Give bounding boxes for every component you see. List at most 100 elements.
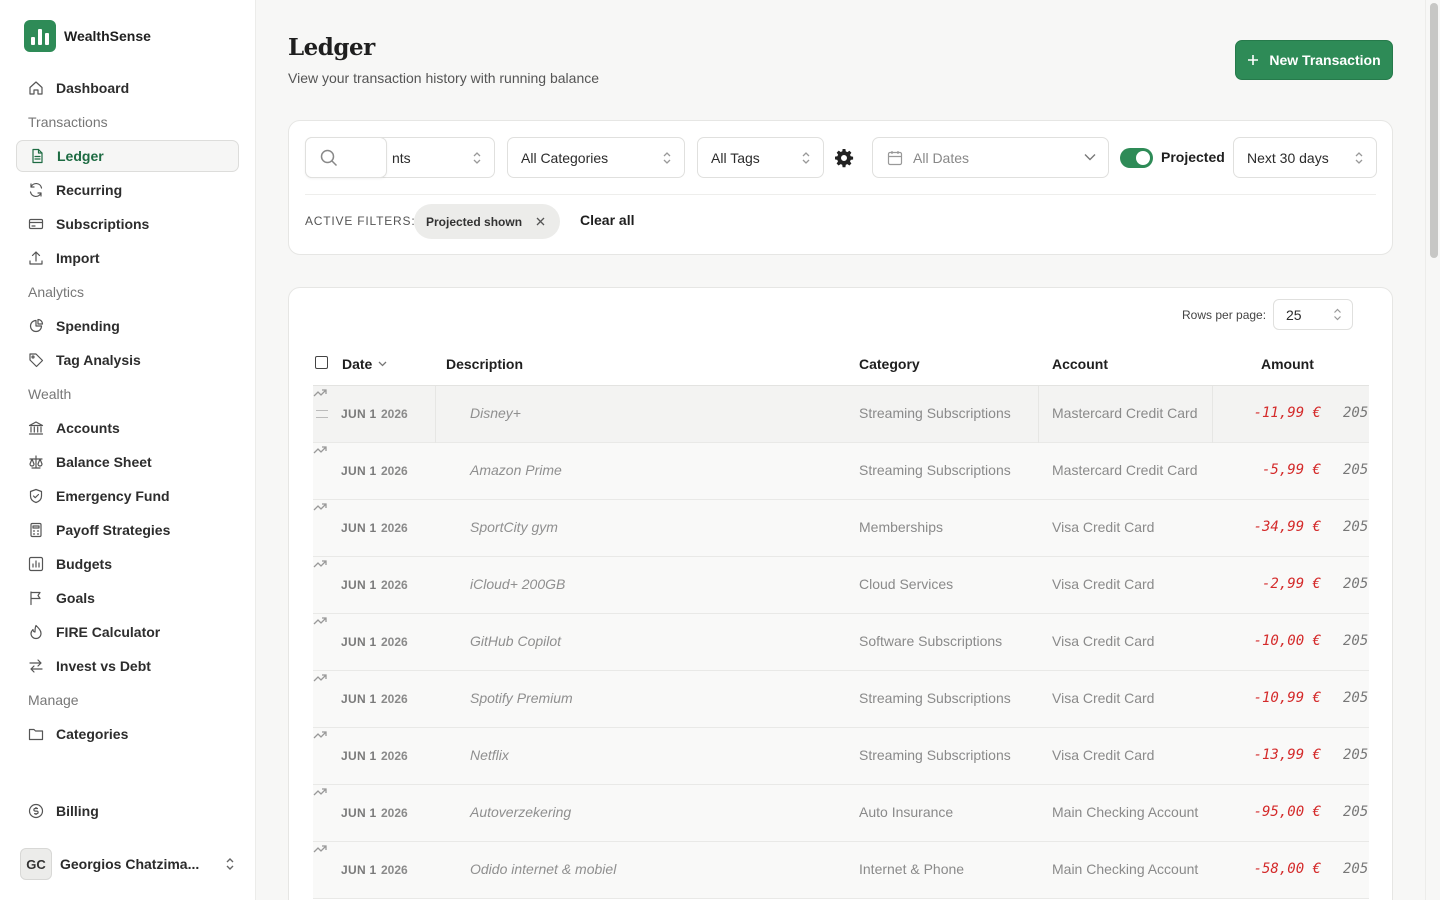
shield-icon: [29, 488, 43, 504]
table-row[interactable]: JUN 1 2026 Spotify Premium Streaming Subscr…: [313, 671, 1369, 728]
sidebar-item-billing[interactable]: Billing: [16, 795, 239, 827]
sidebar-item-tag-analysis[interactable]: Tag Analysis: [16, 344, 239, 376]
row-date: JUN 1: [341, 806, 377, 820]
gear-icon[interactable]: [834, 148, 854, 168]
row-description: Odido internet & mobiel: [470, 861, 617, 877]
table-body: JUN 1 2026 Disney+ Streaming Subscriptions M…: [313, 386, 1369, 899]
row-amount: -13,99 €: [1253, 747, 1321, 763]
row-account: Visa Credit Card: [1052, 690, 1155, 706]
new-transaction-button[interactable]: New Transaction: [1235, 40, 1393, 80]
column-header-date[interactable]: Date: [342, 356, 387, 372]
column-header-category[interactable]: Category: [859, 356, 920, 372]
dollar-circle-icon: [28, 803, 44, 819]
date-range-picker[interactable]: All Dates: [872, 137, 1109, 178]
user-name: Georgios Chatzima...: [60, 856, 200, 872]
sidebar-item-dashboard[interactable]: Dashboard: [16, 72, 239, 104]
plus-icon: [1248, 55, 1259, 65]
table-row[interactable]: JUN 1 2026 Autoverzekering Auto Insurance Ma…: [313, 785, 1369, 842]
table-row[interactable]: JUN 1 2026 GitHub Copilot Software Subscrip…: [313, 614, 1369, 671]
page-scrollbar[interactable]: [1425, 0, 1440, 900]
row-account: Mastercard Credit Card: [1052, 405, 1198, 421]
table-row[interactable]: JUN 1 2026 Netflix Streaming Subscriptions V…: [313, 728, 1369, 785]
ledger-table-card: Rows per page: 25 Date Description Categ…: [288, 287, 1393, 900]
row-amount: -10,99 €: [1253, 690, 1321, 706]
row-amount: -2,99 €: [1261, 576, 1321, 592]
row-category: Streaming Subscriptions: [859, 747, 1011, 763]
active-filters-label: ACTIVE FILTERS:: [305, 214, 416, 228]
sidebar-item-ledger[interactable]: Ledger: [16, 140, 239, 172]
brand-name: WealthSense: [64, 28, 151, 44]
row-account: Main Checking Account: [1052, 804, 1199, 820]
row-date: JUN 1: [341, 578, 377, 592]
drag-handle-icon[interactable]: [316, 410, 328, 418]
row-account: Main Checking Account: [1052, 861, 1199, 877]
row-balance: 205: [1343, 462, 1369, 478]
sidebar-item-budgets[interactable]: Budgets: [16, 548, 239, 580]
table-row[interactable]: JUN 1 2026 Disney+ Streaming Subscriptions M…: [313, 386, 1369, 443]
column-header-account[interactable]: Account: [1052, 356, 1108, 372]
row-balance: 205: [1343, 861, 1369, 877]
sidebar-item-label: Invest vs Debt: [56, 658, 151, 674]
brand[interactable]: WealthSense: [24, 20, 151, 52]
row-date: JUN 1: [341, 521, 377, 535]
sidebar-nav: Dashboard Transactions Ledger Recurring Subs…: [16, 72, 239, 752]
table-row[interactable]: JUN 1 2026 SportCity gym Memberships Visa Cr…: [313, 500, 1369, 557]
filter-card: nts All Categories All Tags All Dates Pr…: [288, 120, 1393, 255]
chevron-up-down-icon: [1334, 308, 1341, 321]
sidebar-item-import[interactable]: Import: [16, 242, 239, 274]
sidebar-item-balance-sheet[interactable]: Balance Sheet: [16, 446, 239, 478]
projection-range-value: Next 30 days: [1247, 149, 1329, 166]
calculator-icon: [30, 522, 42, 538]
column-header-amount[interactable]: Amount: [1261, 356, 1314, 372]
sidebar-item-label: Dashboard: [56, 80, 130, 96]
row-amount: -5,99 €: [1261, 462, 1321, 478]
folder-icon: [28, 728, 44, 741]
trending-up-icon: [313, 788, 327, 796]
tags-select[interactable]: All Tags: [697, 137, 824, 178]
sidebar-section-manage: Manage: [28, 692, 79, 708]
row-description: Netflix: [470, 747, 509, 763]
sidebar-item-payoff-strategies[interactable]: Payoff Strategies: [16, 514, 239, 546]
sidebar-item-spending[interactable]: Spending: [16, 310, 239, 342]
sidebar-item-recurring[interactable]: Recurring: [16, 174, 239, 206]
home-icon: [29, 81, 43, 95]
row-year: 2026: [381, 521, 408, 535]
rows-per-page-select[interactable]: 25: [1273, 299, 1353, 330]
close-icon[interactable]: [536, 217, 545, 226]
table-row[interactable]: JUN 1 2026 Amazon Prime Streaming Subscript…: [313, 443, 1369, 500]
row-amount: -11,99 €: [1253, 405, 1321, 421]
sidebar-item-fire-calculator[interactable]: FIRE Calculator: [16, 616, 239, 648]
projected-toggle[interactable]: [1120, 148, 1153, 168]
row-year: 2026: [381, 635, 408, 649]
clear-all-button[interactable]: Clear all: [580, 212, 634, 228]
chevron-down-icon: [1084, 154, 1096, 161]
projection-range-select[interactable]: Next 30 days: [1233, 137, 1377, 178]
sidebar-item-label: Categories: [56, 726, 129, 742]
categories-select[interactable]: All Categories: [507, 137, 685, 178]
column-header-description[interactable]: Description: [446, 356, 523, 372]
scrollbar-thumb[interactable]: [1430, 3, 1438, 258]
projected-label: Projected: [1161, 149, 1225, 165]
select-all-checkbox[interactable]: [315, 356, 328, 369]
accounts-select-value: nts: [392, 149, 411, 166]
sidebar-billing: Billing: [16, 795, 239, 829]
page-title: Ledger: [288, 34, 375, 61]
user-menu[interactable]: GC Georgios Chatzima...: [20, 848, 236, 880]
table-row[interactable]: JUN 1 2026 Odido internet & mobiel Internet…: [313, 842, 1369, 899]
row-year: 2026: [381, 863, 408, 877]
trending-up-icon: [313, 389, 327, 397]
search-input[interactable]: [305, 137, 387, 178]
sidebar-item-goals[interactable]: Goals: [16, 582, 239, 614]
sidebar-item-emergency-fund[interactable]: Emergency Fund: [16, 480, 239, 512]
row-account: Visa Credit Card: [1052, 576, 1155, 592]
row-amount: -10,00 €: [1253, 633, 1321, 649]
sidebar-item-label: Payoff Strategies: [56, 522, 171, 538]
sidebar-item-categories[interactable]: Categories: [16, 718, 239, 750]
row-balance: 205: [1343, 576, 1369, 592]
sidebar-item-label: Recurring: [56, 182, 123, 198]
sidebar-item-subscriptions[interactable]: Subscriptions: [16, 208, 239, 240]
sidebar-item-accounts[interactable]: Accounts: [16, 412, 239, 444]
date-range-placeholder: All Dates: [913, 149, 970, 166]
sidebar-item-invest-vs-debt[interactable]: Invest vs Debt: [16, 650, 239, 682]
table-row[interactable]: JUN 1 2026 iCloud+ 200GB Cloud Services Visa…: [313, 557, 1369, 614]
